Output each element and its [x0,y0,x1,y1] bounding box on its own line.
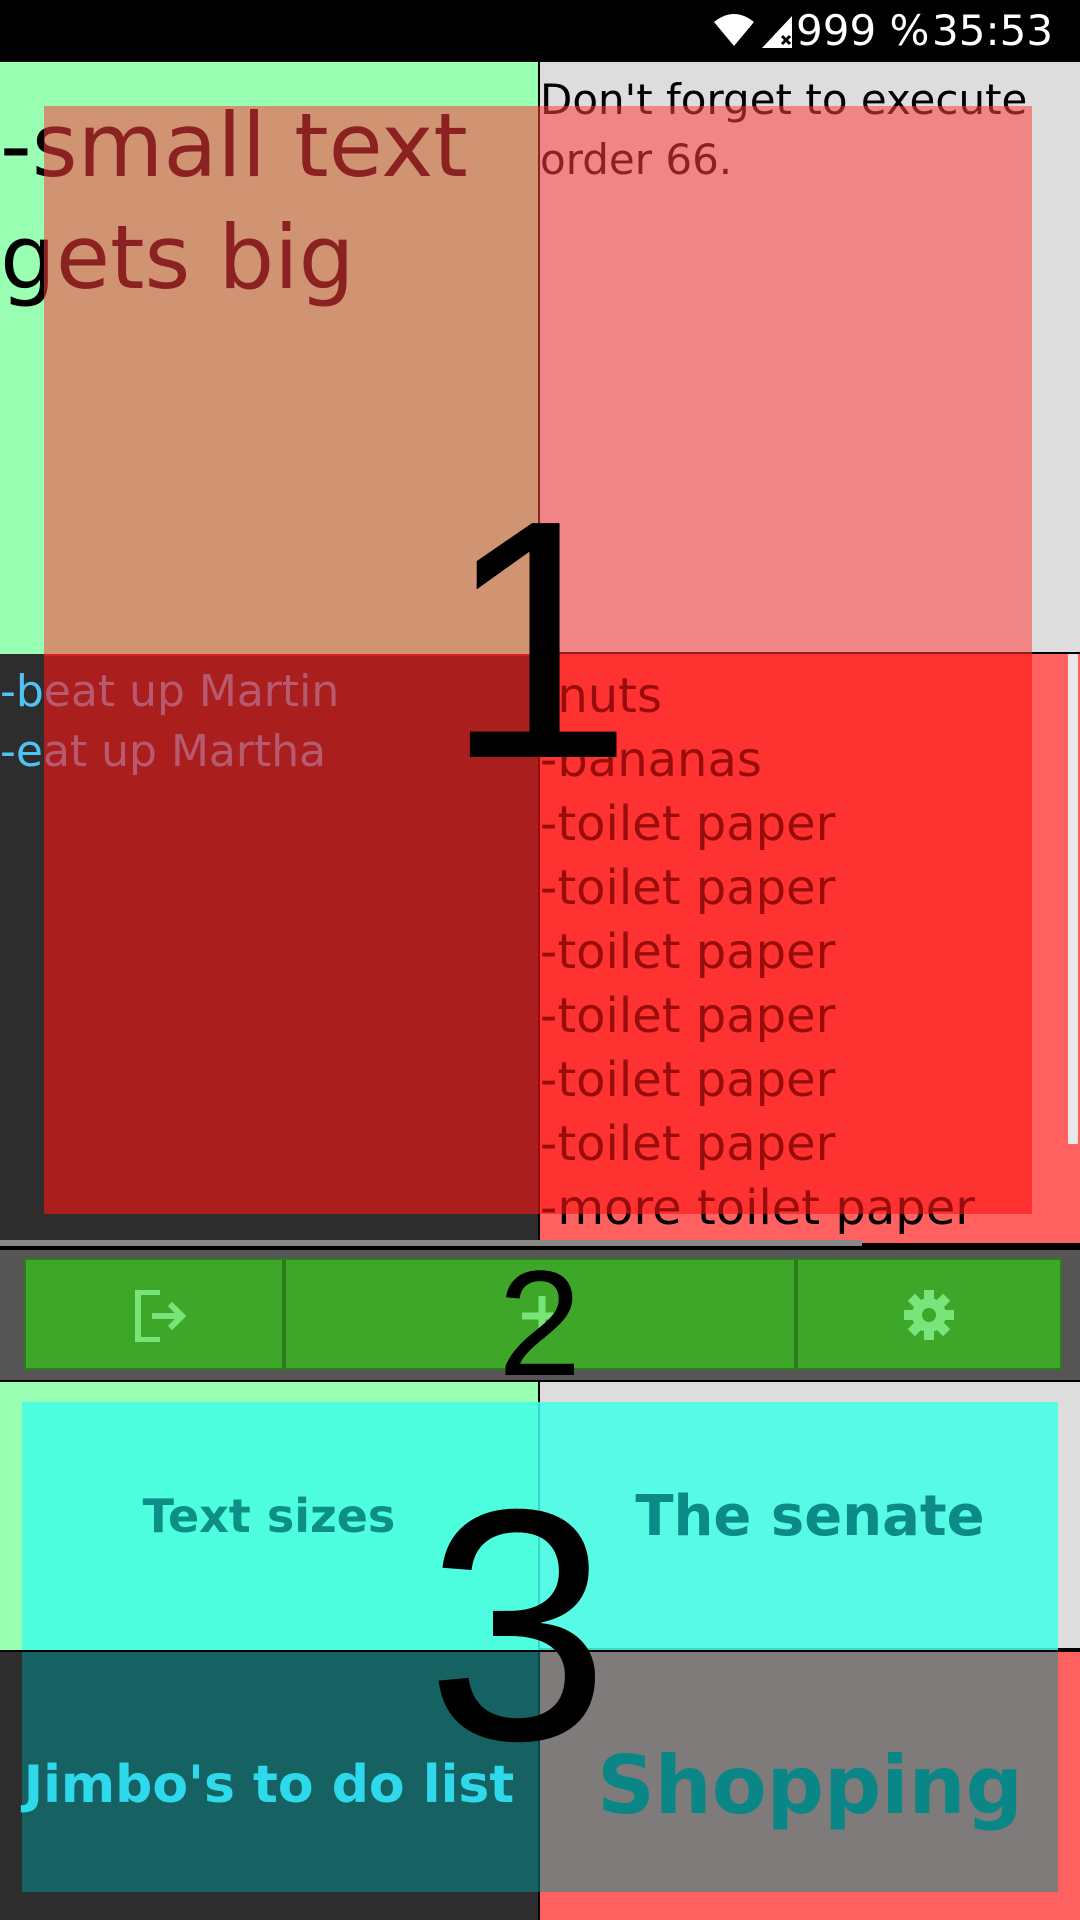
add-note-button[interactable] [284,1258,796,1370]
logout-icon [135,1290,187,1342]
signal-no-data-icon [762,16,792,48]
wifi-icon [714,14,754,46]
note-body: Don't forget to execute order 66. [540,75,1028,184]
note-body: -small text gets big [0,94,468,309]
category-label-jimbos-todo: Jimbo's to do list [23,1755,515,1815]
note-jimbos-todo[interactable]: -beat up Martin -eat up Martha [0,654,538,1246]
category-label-text-sizes: Text sizes [142,1489,396,1543]
status-bar: 999 % 35:53 [0,0,1080,62]
add-icon [522,1296,562,1336]
scrollbar[interactable] [1068,654,1078,1144]
category-label-the-senate: The senate [635,1483,985,1549]
note-body: -nuts -bananas -toilet paper -toilet pap… [540,668,975,1236]
clock: 35:53 [932,6,1054,55]
toolbar [0,1250,1080,1380]
logout-button[interactable] [24,1258,284,1370]
note-the-senate[interactable]: Don't forget to execute order 66. [538,62,1080,654]
settings-button[interactable] [796,1258,1062,1370]
battery-percentage: 999 % [796,6,930,55]
gear-icon [904,1290,954,1340]
note-body: -beat up Martin -eat up Martha [0,666,340,777]
horizontal-scroll-indicator [0,1240,862,1246]
note-text-sizes[interactable]: -small text gets big [0,62,538,654]
note-shopping[interactable]: -nuts -bananas -toilet paper -toilet pap… [538,654,1080,1246]
category-label-shopping: Shopping [597,1738,1023,1832]
